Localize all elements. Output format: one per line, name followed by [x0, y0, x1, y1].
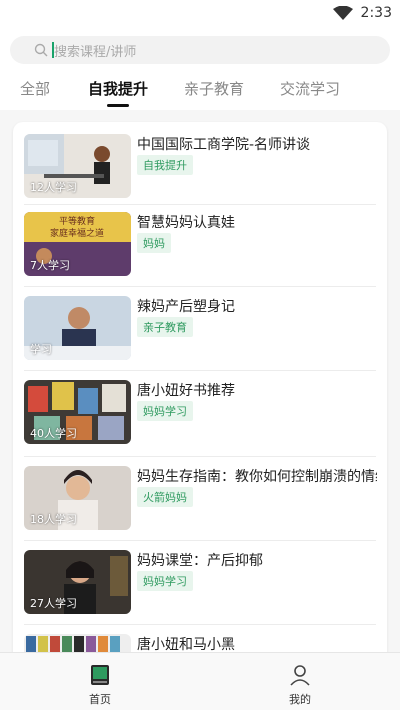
learner-count: 7人学习	[30, 259, 70, 272]
divider	[24, 286, 376, 287]
list-item[interactable]: 学习 辣妈产后塑身记 亲子教育	[24, 296, 376, 360]
learner-count: 18人学习	[30, 513, 77, 526]
course-thumbnail: 学习	[24, 296, 131, 360]
course-thumbnail: 12人学习	[24, 134, 131, 198]
list-item[interactable]: 12人学习 中国国际工商学院-名师讲谈 自我提升	[24, 134, 376, 198]
learner-count: 40人学习	[30, 427, 77, 440]
course-tag: 亲子教育	[137, 317, 193, 337]
divider	[24, 370, 376, 371]
course-title: 妈妈生存指南：教你如何控制崩溃的情绪	[137, 469, 377, 485]
list-item[interactable]: 27人学习 妈妈课堂：产后抑郁 妈妈学习	[24, 550, 376, 614]
course-title: 中国国际工商学院-名师讲谈	[137, 137, 311, 153]
divider	[24, 204, 376, 205]
list-item[interactable]: 18人学习 妈妈生存指南：教你如何控制崩溃的情绪 火箭妈妈	[24, 466, 377, 530]
course-thumbnail: 平等教育 家庭幸福之道 7人学习	[24, 212, 131, 276]
divider	[24, 540, 376, 541]
course-title: 妈妈课堂：产后抑郁	[137, 553, 263, 569]
bottom-nav: 首页 我的	[0, 652, 400, 710]
course-list: 12人学习 中国国际工商学院-名师讲谈 自我提升 平等教育 家庭幸福之道 7人学…	[13, 122, 387, 682]
divider	[24, 456, 376, 457]
course-title: 唐小妞好书推荐	[137, 383, 235, 399]
tab-active-indicator	[107, 104, 129, 107]
category-tabs: 全部 自我提升 亲子教育 交流学习	[0, 78, 400, 107]
tab-exchange[interactable]: 交流学习	[280, 78, 340, 99]
nav-home-label: 首页	[89, 693, 111, 706]
course-tag: 妈妈学习	[137, 401, 193, 421]
course-thumbnail: 27人学习	[24, 550, 131, 614]
tab-self-improvement[interactable]: 自我提升	[88, 78, 148, 107]
course-tag: 妈妈学习	[137, 571, 193, 591]
search-placeholder: 搜索课程/讲师	[54, 44, 137, 60]
search-icon	[34, 43, 48, 57]
course-thumbnail: 40人学习	[24, 380, 131, 444]
learner-count: 学习	[30, 343, 52, 356]
header: 搜索课程/讲师 全部 自我提升 亲子教育 交流学习	[0, 26, 400, 110]
status-time: 2:33	[360, 5, 392, 21]
nav-profile-label: 我的	[289, 693, 311, 706]
list-item[interactable]: 平等教育 家庭幸福之道 7人学习 智慧妈妈认真娃 妈妈	[24, 212, 376, 276]
thumb-caption: 家庭幸福之道	[50, 227, 104, 239]
book-icon	[91, 665, 109, 685]
tab-parenting[interactable]: 亲子教育	[184, 78, 244, 99]
tab-all[interactable]: 全部	[20, 78, 50, 99]
course-tag: 自我提升	[137, 155, 193, 175]
course-title: 智慧妈妈认真娃	[137, 215, 235, 231]
learner-count: 27人学习	[30, 597, 77, 610]
divider	[24, 624, 376, 625]
thumb-caption: 平等教育	[59, 215, 95, 227]
search-input[interactable]: 搜索课程/讲师	[10, 36, 390, 64]
nav-home[interactable]: 首页	[70, 663, 130, 707]
user-icon	[290, 665, 310, 686]
learner-count: 12人学习	[30, 181, 77, 194]
course-tag: 妈妈	[137, 233, 171, 253]
course-title: 辣妈产后塑身记	[137, 299, 235, 315]
course-title: 唐小妞和马小黑	[137, 637, 235, 653]
course-thumbnail: 18人学习	[24, 466, 131, 530]
nav-profile[interactable]: 我的	[270, 663, 330, 707]
status-bar: 2:33	[0, 0, 400, 26]
course-tag: 火箭妈妈	[137, 487, 193, 507]
list-item[interactable]: 40人学习 唐小妞好书推荐 妈妈学习	[24, 380, 376, 444]
wifi-icon	[332, 6, 353, 20]
